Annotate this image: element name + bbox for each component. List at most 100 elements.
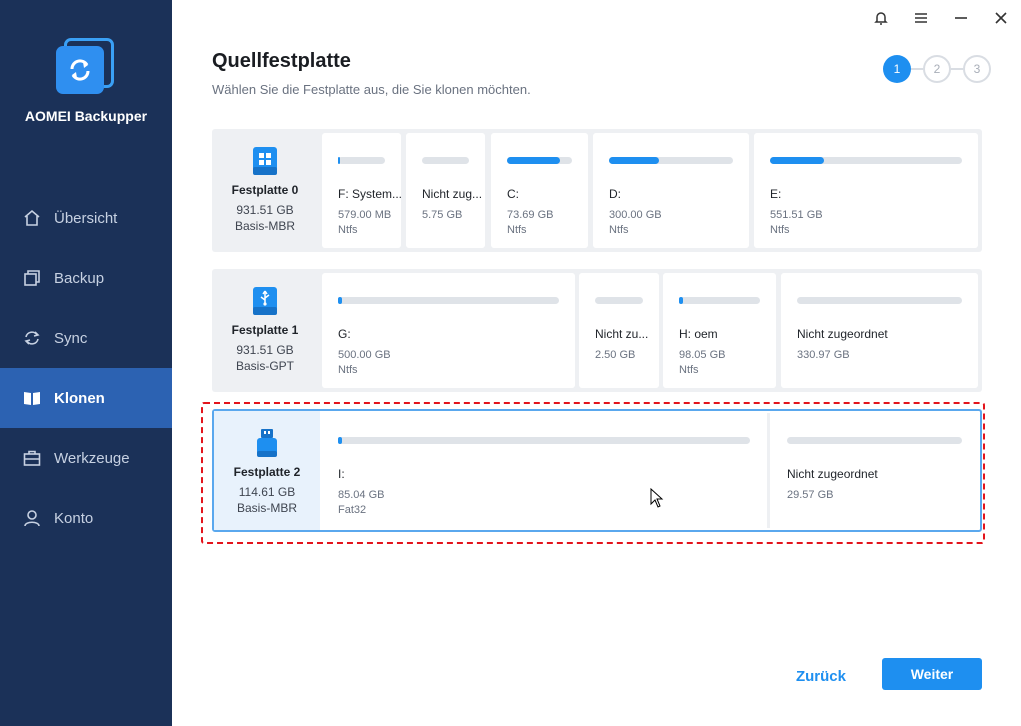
- partition-size: 2.50 GB: [595, 349, 636, 361]
- disk-row-2[interactable]: Festplatte 2 114.61 GB Basis-MBR I: 85.0…: [212, 409, 982, 532]
- sidebar-item-label: Klonen: [54, 389, 105, 407]
- partition-fs: Fat32: [338, 504, 367, 516]
- partition-name: Nicht zugeordnet: [797, 327, 888, 341]
- usage-bar: [770, 157, 962, 164]
- usage-bar: [338, 157, 385, 164]
- sidebar-item-label: Übersicht: [54, 209, 118, 227]
- disk-type: Basis-MBR: [234, 219, 295, 233]
- sidebar-nav: Übersicht Backup Sync Klonen Werkzeuge K…: [0, 188, 172, 548]
- app-name: AOMEI Backupper: [24, 108, 148, 124]
- partition-name: I:: [338, 467, 345, 481]
- step-3: 3: [963, 55, 991, 83]
- sidebar-item-label: Backup: [54, 269, 105, 287]
- partition-tile[interactable]: H: oem 98.05 GB Ntfs: [663, 273, 776, 388]
- disk-type: Basis-GPT: [235, 359, 294, 373]
- sidebar-item-werkzeuge[interactable]: Werkzeuge: [0, 428, 172, 488]
- backup-icon: [22, 268, 42, 288]
- usage-bar: [595, 297, 643, 304]
- sync-icon: [22, 328, 42, 348]
- partition-name: Nicht zug...: [422, 187, 483, 201]
- disk-name: Festplatte 2: [233, 465, 301, 479]
- windows-disk-icon: [253, 147, 277, 175]
- partition-tile[interactable]: G: 500.00 GB Ntfs: [322, 273, 575, 388]
- sidebar-item-klonen[interactable]: Klonen: [0, 368, 172, 428]
- partition-tile[interactable]: I: 85.04 GB Fat32: [322, 413, 766, 528]
- usage-bar: [507, 157, 572, 164]
- partition-name: E:: [770, 187, 782, 201]
- partition-size: 5.75 GB: [422, 209, 463, 221]
- sidebar-item-label: Konto: [54, 509, 94, 527]
- partition-tile[interactable]: C: 73.69 GB Ntfs: [491, 133, 588, 248]
- partition-size: 500.00 GB: [338, 349, 391, 361]
- disk-row-0[interactable]: Festplatte 0 931.51 GB Basis-MBR F: Syst…: [212, 129, 982, 252]
- partition-fs: Ntfs: [609, 224, 629, 236]
- partition-size: 579.00 MB: [338, 209, 392, 221]
- partition-tile[interactable]: Nicht zugeordnet 29.57 GB: [771, 413, 978, 528]
- sidebar-item-sync[interactable]: Sync: [0, 308, 172, 368]
- partition-name: Nicht zugeordnet: [787, 467, 878, 481]
- partition-fs: Ntfs: [338, 364, 358, 376]
- next-button[interactable]: Weiter: [882, 658, 982, 690]
- sidebar: AOMEI Backupper Übersicht Backup Sync Kl…: [0, 0, 172, 726]
- partition-fs: Ntfs: [679, 364, 699, 376]
- menu-icon[interactable]: [911, 8, 931, 28]
- disk-info: Festplatte 2 114.61 GB Basis-MBR: [214, 411, 320, 530]
- disk-name: Festplatte 1: [231, 323, 299, 337]
- disk-row-1[interactable]: Festplatte 1 931.51 GB Basis-GPT G: 500.…: [212, 269, 982, 392]
- sidebar-item-label: Sync: [54, 329, 88, 347]
- page-subtitle: Wählen Sie die Festplatte aus, die Sie k…: [212, 82, 531, 97]
- usage-bar: [797, 297, 962, 304]
- disk-info: Festplatte 0 931.51 GB Basis-MBR: [212, 129, 318, 252]
- step-2: 2: [923, 55, 951, 83]
- app-logo-icon: [56, 38, 114, 96]
- partition-name: C:: [507, 187, 519, 201]
- partition-size: 98.05 GB: [679, 349, 726, 361]
- notification-bell-icon[interactable]: [871, 8, 891, 28]
- back-button[interactable]: Zurück: [780, 661, 862, 691]
- mouse-cursor-icon: [650, 488, 664, 508]
- partition-name: D:: [609, 187, 621, 201]
- partition-tile[interactable]: E: 551.51 GB Ntfs: [754, 133, 978, 248]
- step-indicator: 1 2 3: [883, 55, 991, 83]
- usage-bar: [787, 437, 962, 444]
- partition-fs: Ntfs: [338, 224, 358, 236]
- sidebar-item-konto[interactable]: Konto: [0, 488, 172, 548]
- disk-name: Festplatte 0: [231, 183, 299, 197]
- partition-fs: Ntfs: [507, 224, 527, 236]
- partition-tile[interactable]: Nicht zu... 2.50 GB: [579, 273, 659, 388]
- usage-bar: [609, 157, 733, 164]
- sidebar-item-label: Werkzeuge: [54, 449, 130, 467]
- partition-size: 29.57 GB: [787, 489, 834, 501]
- usage-bar: [338, 437, 750, 444]
- partition-size: 85.04 GB: [338, 489, 385, 501]
- step-1: 1: [883, 55, 911, 83]
- usage-bar: [338, 297, 559, 304]
- minimize-icon[interactable]: [951, 8, 971, 28]
- partition-tile[interactable]: Nicht zugeordnet 330.97 GB: [781, 273, 978, 388]
- partition-name: F: System...: [338, 187, 403, 201]
- partition-size: 330.97 GB: [797, 349, 850, 361]
- partition-size: 300.00 GB: [609, 209, 662, 221]
- user-icon: [22, 508, 42, 528]
- close-icon[interactable]: [991, 8, 1011, 28]
- partition-name: H: oem: [679, 327, 718, 341]
- partition-tile[interactable]: F: System... 579.00 MB Ntfs: [322, 133, 403, 248]
- disk-size: 114.61 GB: [238, 485, 296, 499]
- tools-icon: [22, 448, 42, 468]
- sidebar-item-backup[interactable]: Backup: [0, 248, 172, 308]
- page-title: Quellfestplatte: [212, 50, 351, 72]
- usage-bar: [679, 297, 760, 304]
- usb-disk-icon: [253, 287, 277, 315]
- clone-icon: [22, 388, 42, 408]
- partition-size: 551.51 GB: [770, 209, 823, 221]
- usb-stick-icon: [257, 429, 277, 457]
- disk-type: Basis-MBR: [236, 501, 297, 515]
- sidebar-item-uebersicht[interactable]: Übersicht: [0, 188, 172, 248]
- partition-tile[interactable]: D: 300.00 GB Ntfs: [593, 133, 749, 248]
- disk-size: 931.51 GB: [236, 203, 294, 217]
- partition-size: 73.69 GB: [507, 209, 554, 221]
- home-icon: [22, 208, 42, 228]
- disk-size: 931.51 GB: [236, 343, 294, 357]
- disk-info: Festplatte 1 931.51 GB Basis-GPT: [212, 269, 318, 392]
- partition-tile[interactable]: Nicht zug... 5.75 GB: [406, 133, 485, 248]
